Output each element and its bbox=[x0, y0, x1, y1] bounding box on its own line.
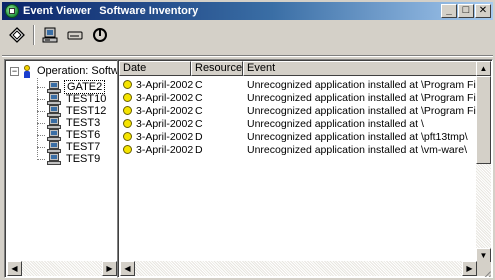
warning-status-icon bbox=[123, 106, 132, 115]
resource-cell: C bbox=[195, 91, 203, 104]
maximize-button[interactable]: □ bbox=[458, 4, 474, 18]
computer-icon bbox=[47, 129, 61, 141]
power-button[interactable] bbox=[89, 24, 111, 46]
title-bar[interactable]: Event Viewer Software Inventory _ □ ✕ bbox=[2, 2, 493, 20]
scroll-down-button[interactable]: ▼ bbox=[476, 248, 491, 263]
date-cell: 3-April-2002 bbox=[119, 144, 193, 156]
operation-icon bbox=[23, 64, 31, 78]
tree-item[interactable]: TEST7 bbox=[37, 141, 108, 153]
warning-status-icon bbox=[123, 145, 132, 154]
column-header-resource[interactable]: Resource bbox=[191, 61, 243, 76]
computer-icon bbox=[47, 141, 61, 153]
date-cell: 3-April-2002 bbox=[119, 105, 193, 117]
tree-item-label: TEST7 bbox=[66, 141, 101, 153]
computer-icon bbox=[42, 27, 58, 43]
warning-status-icon bbox=[123, 132, 132, 141]
tree-connector bbox=[37, 146, 45, 148]
horizontal-scroll-track[interactable] bbox=[135, 261, 462, 276]
tree-root-label: Operation: Softw bbox=[37, 65, 119, 77]
date-cell: 3-April-2002 bbox=[119, 118, 193, 130]
tree-item[interactable]: GATE2 bbox=[37, 80, 108, 94]
tree-connector bbox=[37, 98, 45, 100]
tree-connector bbox=[37, 86, 45, 88]
tree-connector bbox=[37, 158, 45, 160]
tree-item-label: GATE2 bbox=[64, 80, 106, 94]
scroll-right-button[interactable]: ▶ bbox=[462, 261, 477, 276]
warning-status-icon bbox=[123, 119, 132, 128]
warning-status-icon bbox=[123, 80, 132, 89]
drive-icon bbox=[67, 31, 83, 40]
toolbar bbox=[2, 22, 493, 48]
resource-cell: C bbox=[195, 117, 203, 130]
scroll-up-button[interactable]: ▲ bbox=[476, 61, 491, 76]
tree-item[interactable]: TEST12 bbox=[37, 105, 108, 117]
tree-connector bbox=[37, 134, 45, 136]
event-list-pane[interactable]: Date Resource Event 3-April-2002 C Unrecog… bbox=[117, 59, 493, 278]
resource-cell: C bbox=[195, 78, 203, 91]
tree-item[interactable]: TEST10 bbox=[37, 93, 108, 105]
tree-connector bbox=[37, 110, 45, 112]
event-cell: Unrecognized application installed at \ bbox=[247, 117, 424, 130]
table-row[interactable]: 3-April-2002 C Unrecognized application in… bbox=[119, 91, 481, 104]
warning-status-icon bbox=[123, 93, 132, 102]
tree-item-label: TEST6 bbox=[66, 129, 101, 141]
event-viewer-window: Event Viewer Software Inventory _ □ ✕ − … bbox=[0, 0, 495, 280]
resource-cell: D bbox=[195, 130, 203, 143]
computer-icon bbox=[47, 153, 61, 165]
tree-scroll-left-button[interactable]: ◀ bbox=[7, 261, 22, 276]
event-cell: Unrecognized application installed at \p… bbox=[247, 130, 468, 143]
minimize-button[interactable]: _ bbox=[441, 4, 457, 18]
properties-icon bbox=[9, 27, 25, 43]
table-row[interactable]: 3-April-2002 C Unrecognized application in… bbox=[119, 117, 481, 130]
toolbar-separator bbox=[33, 25, 35, 45]
date-cell: 3-April-2002 bbox=[119, 92, 193, 104]
collapse-icon[interactable]: − bbox=[10, 66, 19, 76]
tree-pane[interactable]: − Operation: Softw GATE2 TEST10 TEST12 TEST… bbox=[4, 59, 119, 278]
tree-scroll-track[interactable] bbox=[22, 261, 102, 276]
event-list: 3-April-2002 C Unrecognized application in… bbox=[119, 78, 481, 156]
computer-icon bbox=[47, 93, 61, 105]
tree-scroll-right-button[interactable]: ▶ bbox=[102, 261, 117, 276]
tree-item-label: TEST12 bbox=[66, 105, 107, 117]
column-header-date[interactable]: Date bbox=[119, 61, 191, 76]
tree-item[interactable]: TEST6 bbox=[37, 129, 108, 141]
resize-grip-icon[interactable] bbox=[477, 262, 491, 277]
resource-cell: D bbox=[195, 143, 203, 156]
column-header-event[interactable]: Event bbox=[243, 61, 489, 76]
power-icon bbox=[93, 28, 107, 42]
list-header: Date Resource Event bbox=[119, 61, 489, 76]
window-title: Event Viewer Software Inventory bbox=[23, 5, 199, 17]
vertical-scroll-thumb[interactable] bbox=[476, 76, 491, 164]
drive-button[interactable] bbox=[64, 24, 86, 46]
date-cell: 3-April-2002 bbox=[119, 79, 193, 91]
table-row[interactable]: 3-April-2002 D Unrecognized application in… bbox=[119, 143, 481, 156]
app-icon bbox=[5, 4, 19, 18]
event-cell: Unrecognized application installed at \P… bbox=[247, 91, 481, 104]
tree-item-label: TEST3 bbox=[66, 117, 101, 129]
tree-item-label: TEST10 bbox=[66, 93, 107, 105]
tree-item[interactable]: TEST3 bbox=[37, 117, 108, 129]
tree-root[interactable]: − Operation: Softw bbox=[10, 64, 119, 78]
tree-connector bbox=[37, 122, 45, 124]
event-cell: Unrecognized application installed at \P… bbox=[247, 104, 481, 117]
event-cell: Unrecognized application installed at \v… bbox=[247, 143, 468, 156]
close-button[interactable]: ✕ bbox=[475, 4, 491, 18]
computer-icon bbox=[47, 81, 61, 93]
tree-item[interactable]: TEST9 bbox=[37, 153, 108, 165]
resource-cell: C bbox=[195, 104, 203, 117]
scroll-left-button[interactable]: ◀ bbox=[120, 261, 135, 276]
table-row[interactable]: 3-April-2002 C Unrecognized application in… bbox=[119, 104, 481, 117]
properties-button[interactable] bbox=[6, 24, 28, 46]
toolbar-divider bbox=[2, 55, 493, 57]
date-cell: 3-April-2002 bbox=[119, 131, 193, 143]
computer-icon bbox=[47, 117, 61, 129]
table-row[interactable]: 3-April-2002 C Unrecognized application in… bbox=[119, 78, 481, 91]
table-row[interactable]: 3-April-2002 D Unrecognized application in… bbox=[119, 130, 481, 143]
event-cell: Unrecognized application installed at \P… bbox=[247, 78, 481, 91]
tree-item-label: TEST9 bbox=[66, 153, 101, 165]
computer-icon bbox=[47, 105, 61, 117]
computer-button[interactable] bbox=[39, 24, 61, 46]
